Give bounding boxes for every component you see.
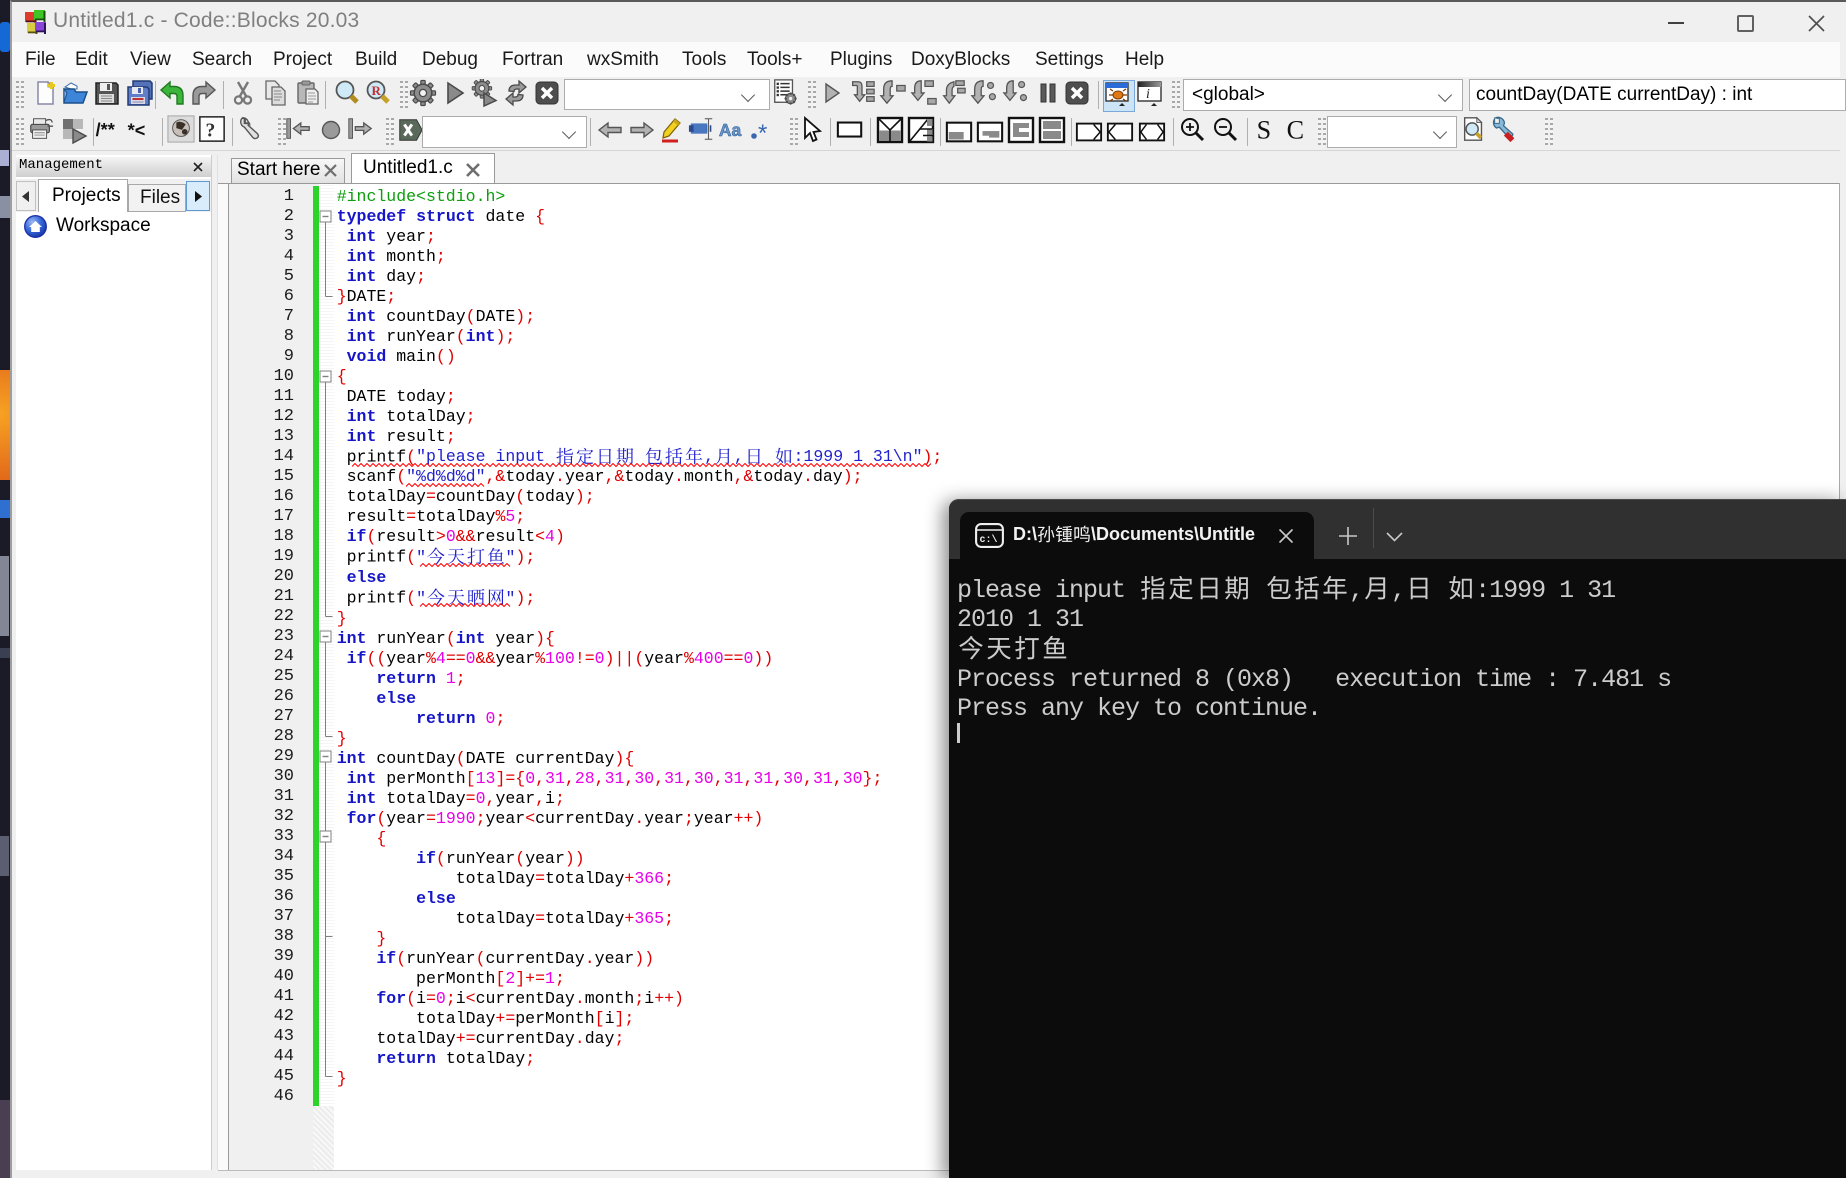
svg-text:Aa: Aa xyxy=(719,120,742,140)
svg-text:C: C xyxy=(1287,115,1304,143)
svg-text:*<: *< xyxy=(128,121,146,141)
svg-text:R: R xyxy=(372,83,382,98)
svg-text:?: ? xyxy=(205,120,215,141)
svg-text:*: * xyxy=(758,120,767,144)
svg-text:S: S xyxy=(1257,115,1272,143)
svg-text:/**: /** xyxy=(96,120,116,140)
svg-text:i: i xyxy=(1146,87,1150,102)
svg-text:c:\: c:\ xyxy=(980,534,998,546)
